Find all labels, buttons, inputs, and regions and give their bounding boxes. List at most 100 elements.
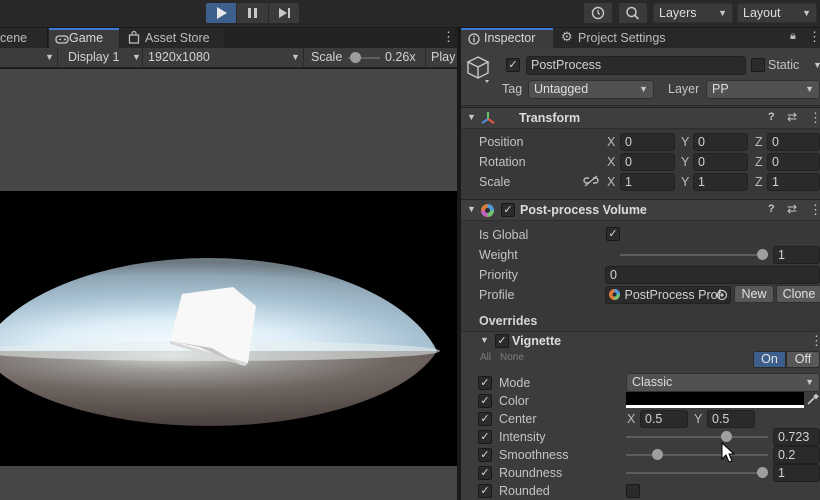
scale-x-field[interactable]: 1: [620, 173, 675, 191]
mode-dropdown[interactable]: Classic ▼: [626, 373, 820, 392]
step-button[interactable]: [269, 3, 299, 23]
resolution-dropdown[interactable]: 1920x1080 ▼: [144, 48, 304, 68]
rotation-z-field[interactable]: 0: [767, 153, 820, 171]
play-mode-dropdown[interactable]: Play: [425, 48, 457, 68]
object-name-field[interactable]: PostProcess: [526, 56, 746, 75]
ppv-header[interactable]: ▼ ✓ Post-process Volume ? ⇄ ⋮: [461, 199, 820, 221]
game-viewport[interactable]: [0, 69, 457, 500]
center-y-axis-label: Y: [694, 412, 703, 426]
center-override-checkbox[interactable]: ✓: [478, 412, 492, 426]
priority-field[interactable]: 0: [605, 266, 820, 284]
axis-y-label: Y: [681, 155, 690, 169]
help-icon[interactable]: ?: [768, 111, 775, 123]
smoothness-slider-track[interactable]: [626, 454, 768, 456]
inspector-more-icon[interactable]: ⋮: [808, 29, 820, 45]
center-x-field[interactable]: 0.5: [640, 410, 688, 428]
chevron-down-icon[interactable]: ▼: [813, 60, 820, 70]
weight-label: Weight: [479, 248, 518, 262]
search-icon: [626, 6, 640, 20]
smoothness-field[interactable]: 0.2: [773, 446, 820, 464]
presets-icon[interactable]: ⇄: [787, 110, 797, 124]
color-override-checkbox[interactable]: ✓: [478, 394, 492, 408]
rotation-y-field[interactable]: 0: [693, 153, 748, 171]
is-global-checkbox[interactable]: ✓: [606, 227, 620, 241]
help-icon[interactable]: ?: [768, 203, 775, 215]
scale-x-value: 1: [625, 175, 632, 189]
chevron-down-icon: ▼: [805, 84, 814, 94]
clone-profile-button[interactable]: Clone: [776, 285, 820, 303]
profile-field[interactable]: PostProcess Prof: [605, 286, 731, 304]
resolution-label: 1920x1080: [148, 50, 210, 64]
position-y-field[interactable]: 0: [693, 133, 748, 151]
display-dropdown[interactable]: Display 1 ▼: [59, 48, 143, 68]
off-label: Off: [794, 352, 812, 366]
tab-inspector[interactable]: Inspector: [461, 28, 553, 48]
tab-scene[interactable]: cene: [0, 28, 48, 48]
pause-button[interactable]: [237, 3, 268, 23]
component-menu-icon[interactable]: ⋮: [809, 110, 820, 126]
roundness-slider-thumb[interactable]: [757, 467, 768, 478]
chevron-down-icon: ▼: [802, 8, 811, 18]
static-checkbox[interactable]: [751, 58, 765, 72]
object-active-checkbox[interactable]: ✓: [506, 58, 520, 72]
history-button[interactable]: [584, 3, 612, 23]
ppv-enabled-checkbox[interactable]: ✓: [501, 203, 515, 217]
play-button[interactable]: [206, 3, 236, 23]
position-z-field[interactable]: 0: [767, 133, 820, 151]
roundness-field[interactable]: 1: [773, 464, 820, 482]
transform-header[interactable]: ▼ Transform ? ⇄ ⋮: [461, 107, 820, 129]
object-picker-icon[interactable]: [716, 289, 728, 301]
presets-icon[interactable]: ⇄: [787, 202, 797, 216]
intensity-field[interactable]: 0.723: [773, 428, 820, 446]
scale-value: 0.26x: [385, 50, 416, 64]
weight-field[interactable]: 1: [773, 246, 820, 264]
intensity-override-checkbox[interactable]: ✓: [478, 430, 492, 444]
position-x-field[interactable]: 0: [620, 133, 675, 151]
scale-y-value: 1: [698, 175, 705, 189]
weight-slider-thumb[interactable]: [757, 249, 768, 260]
position-y-value: 0: [698, 135, 705, 149]
tab-asset-store[interactable]: Asset Store: [120, 28, 224, 48]
scale-z-field[interactable]: 1: [767, 173, 820, 191]
gear-icon: ⚙: [561, 29, 573, 44]
layout-dropdown[interactable]: Layout ▼: [737, 3, 817, 23]
game-mode-dropdown[interactable]: ▼: [0, 48, 58, 68]
layer-dropdown[interactable]: PP ▼: [706, 80, 820, 99]
vignette-enabled-checkbox[interactable]: ✓: [495, 334, 509, 348]
roundness-override-checkbox[interactable]: ✓: [478, 466, 492, 480]
tab-project-settings[interactable]: ⚙ Project Settings: [554, 28, 684, 48]
tab-project-settings-label: Project Settings: [578, 31, 666, 45]
rotation-x-field[interactable]: 0: [620, 153, 675, 171]
eyedropper-icon[interactable]: [806, 393, 819, 406]
play-mode-label: Play: [431, 50, 456, 64]
rounded-override-checkbox[interactable]: ✓: [478, 484, 492, 498]
foldout-arrow-icon[interactable]: ▼: [480, 335, 489, 345]
all-toggle[interactable]: All: [480, 352, 491, 363]
lock-icon[interactable]: 🔒︎: [790, 30, 796, 43]
on-button[interactable]: On: [753, 351, 786, 368]
rounded-checkbox[interactable]: [626, 484, 640, 498]
scale-y-field[interactable]: 1: [693, 173, 748, 191]
constrain-proportions-icon[interactable]: [583, 175, 599, 187]
intensity-slider-track[interactable]: [626, 436, 768, 438]
roundness-slider-track[interactable]: [626, 472, 768, 474]
tag-label: Tag: [502, 82, 523, 96]
center-y-value: 0.5: [712, 412, 730, 426]
axis-y-label: Y: [681, 135, 690, 149]
color-swatch[interactable]: [626, 392, 804, 408]
weight-slider-track[interactable]: [620, 254, 768, 256]
none-toggle[interactable]: None: [500, 352, 524, 363]
new-profile-button[interactable]: New: [734, 285, 774, 303]
off-button[interactable]: Off: [786, 351, 820, 368]
center-y-field[interactable]: 0.5: [707, 410, 755, 428]
mode-override-checkbox[interactable]: ✓: [478, 376, 492, 390]
vignette-menu-icon[interactable]: ⋮: [810, 333, 820, 349]
game-more-icon[interactable]: ⋮: [442, 29, 455, 45]
component-menu-icon[interactable]: ⋮: [809, 202, 820, 218]
intensity-slider-thumb[interactable]: [720, 431, 732, 442]
tag-dropdown[interactable]: Untagged ▼: [528, 80, 654, 99]
smoothness-override-checkbox[interactable]: ✓: [478, 448, 492, 462]
tab-game[interactable]: Game: [49, 28, 119, 48]
layers-dropdown[interactable]: Layers ▼: [653, 3, 733, 23]
search-button[interactable]: [619, 3, 647, 23]
